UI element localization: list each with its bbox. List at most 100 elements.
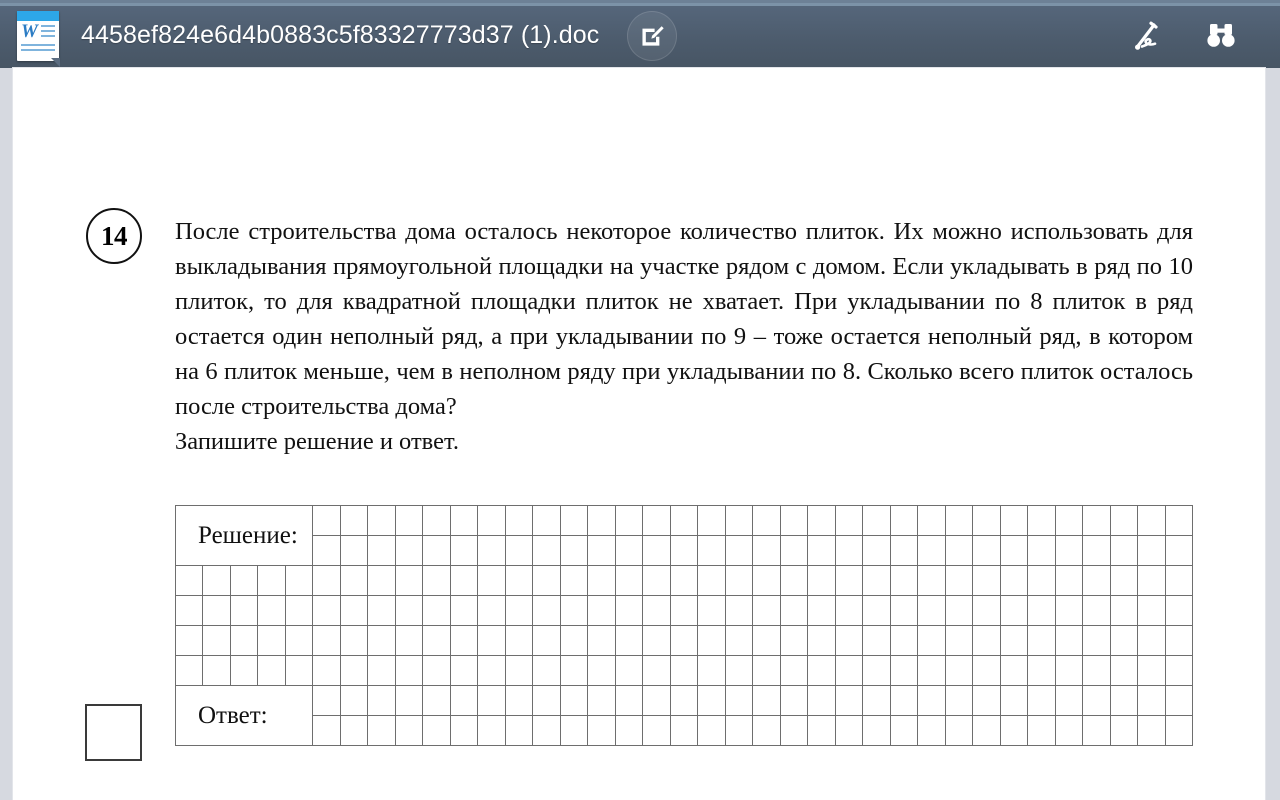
grid-cell[interactable] bbox=[889, 655, 918, 686]
grid-cell[interactable] bbox=[532, 535, 561, 566]
grid-cell[interactable] bbox=[1137, 565, 1166, 596]
grid-cell[interactable] bbox=[367, 655, 396, 686]
grid-cell[interactable] bbox=[944, 715, 973, 746]
grid-cell[interactable] bbox=[1164, 535, 1193, 566]
grid-cell[interactable] bbox=[1082, 715, 1111, 746]
grid-cell[interactable] bbox=[1109, 715, 1138, 746]
grid-cell[interactable] bbox=[752, 595, 781, 626]
grid-cell[interactable] bbox=[587, 565, 616, 596]
grid-cell[interactable] bbox=[724, 565, 753, 596]
grid-cell[interactable] bbox=[944, 625, 973, 656]
grid-cell[interactable] bbox=[422, 565, 451, 596]
grid-cell[interactable] bbox=[477, 565, 506, 596]
grid-cell[interactable] bbox=[587, 595, 616, 626]
grid-cell[interactable] bbox=[1027, 565, 1056, 596]
grid-cell[interactable] bbox=[284, 625, 314, 656]
grid-cell[interactable] bbox=[477, 595, 506, 626]
grid-cell[interactable] bbox=[889, 685, 918, 716]
grid-cell[interactable] bbox=[669, 565, 698, 596]
grid-cell[interactable] bbox=[1054, 625, 1083, 656]
grid-cell[interactable] bbox=[917, 715, 946, 746]
grid-cell[interactable] bbox=[1082, 625, 1111, 656]
grid-cell[interactable] bbox=[642, 565, 671, 596]
grid-cell[interactable] bbox=[669, 505, 698, 536]
grid-cell[interactable] bbox=[339, 505, 368, 536]
grid-cell[interactable] bbox=[807, 625, 836, 656]
grid-cell[interactable] bbox=[339, 685, 368, 716]
grid-cell[interactable] bbox=[862, 685, 891, 716]
grid-cell[interactable] bbox=[944, 595, 973, 626]
grid-cell[interactable] bbox=[587, 535, 616, 566]
grid-cell[interactable] bbox=[559, 685, 588, 716]
grid-cell[interactable] bbox=[532, 715, 561, 746]
grid-cell[interactable] bbox=[202, 655, 231, 686]
grid-cell[interactable] bbox=[559, 505, 588, 536]
grid-cell[interactable] bbox=[449, 625, 478, 656]
grid-cell[interactable] bbox=[807, 565, 836, 596]
grid-cell[interactable] bbox=[1082, 535, 1111, 566]
grid-cell[interactable] bbox=[1164, 655, 1193, 686]
grid-cell[interactable] bbox=[614, 685, 643, 716]
grid-cell[interactable] bbox=[724, 505, 753, 536]
grid-cell[interactable] bbox=[532, 685, 561, 716]
grid-cell[interactable] bbox=[642, 655, 671, 686]
grid-cell[interactable] bbox=[834, 595, 863, 626]
grid-cell[interactable] bbox=[1054, 655, 1083, 686]
grid-cell[interactable] bbox=[587, 715, 616, 746]
grid-cell[interactable] bbox=[504, 505, 533, 536]
grid-cell[interactable] bbox=[807, 505, 836, 536]
grid-cell[interactable] bbox=[449, 565, 478, 596]
grid-cell[interactable] bbox=[1137, 655, 1166, 686]
grid-cell[interactable] bbox=[257, 625, 286, 656]
grid-cell[interactable] bbox=[367, 505, 396, 536]
grid-cell[interactable] bbox=[944, 505, 973, 536]
grid-cell[interactable] bbox=[669, 535, 698, 566]
grid-cell[interactable] bbox=[834, 505, 863, 536]
grid-cell[interactable] bbox=[862, 655, 891, 686]
grid-cell[interactable] bbox=[1027, 655, 1056, 686]
grid-cell[interactable] bbox=[1054, 595, 1083, 626]
grid-cell[interactable] bbox=[752, 535, 781, 566]
grid-cell[interactable] bbox=[504, 625, 533, 656]
grid-cell[interactable] bbox=[944, 535, 973, 566]
grid-cell[interactable] bbox=[862, 535, 891, 566]
grid-cell[interactable] bbox=[889, 505, 918, 536]
grid-cell[interactable] bbox=[642, 595, 671, 626]
grid-cell[interactable] bbox=[999, 715, 1028, 746]
grid-cell[interactable] bbox=[1054, 505, 1083, 536]
grid-cell[interactable] bbox=[999, 595, 1028, 626]
grid-cell[interactable] bbox=[1164, 625, 1193, 656]
grid-cell[interactable] bbox=[312, 685, 341, 716]
grid-cell[interactable] bbox=[697, 535, 726, 566]
answer-grid-table[interactable]: Решение: Ответ: bbox=[174, 505, 1193, 746]
grid-cell[interactable] bbox=[477, 685, 506, 716]
grid-cell[interactable] bbox=[394, 655, 423, 686]
grid-cell[interactable] bbox=[367, 625, 396, 656]
grid-cell[interactable] bbox=[889, 595, 918, 626]
grid-cell[interactable] bbox=[339, 595, 368, 626]
grid-cell[interactable] bbox=[697, 625, 726, 656]
grid-cell[interactable] bbox=[1027, 535, 1056, 566]
grid-cell[interactable] bbox=[972, 505, 1001, 536]
grid-cell[interactable] bbox=[834, 685, 863, 716]
grid-cell[interactable] bbox=[504, 655, 533, 686]
grid-cell[interactable] bbox=[779, 535, 808, 566]
signature-button[interactable] bbox=[1120, 7, 1178, 65]
grid-cell[interactable] bbox=[834, 535, 863, 566]
grid-cell[interactable] bbox=[394, 505, 423, 536]
grid-cell[interactable] bbox=[862, 505, 891, 536]
grid-cell[interactable] bbox=[779, 715, 808, 746]
grid-cell[interactable] bbox=[422, 625, 451, 656]
grid-cell[interactable] bbox=[449, 715, 478, 746]
grid-cell[interactable] bbox=[257, 655, 286, 686]
grid-cell[interactable] bbox=[999, 505, 1028, 536]
grid-cell[interactable] bbox=[614, 715, 643, 746]
grid-cell[interactable] bbox=[807, 535, 836, 566]
grid-cell[interactable] bbox=[1054, 685, 1083, 716]
grid-cell[interactable] bbox=[1164, 595, 1193, 626]
grid-cell[interactable] bbox=[449, 505, 478, 536]
grid-cell[interactable] bbox=[972, 655, 1001, 686]
grid-cell[interactable] bbox=[174, 625, 204, 656]
grid-cell[interactable] bbox=[559, 595, 588, 626]
grid-cell[interactable] bbox=[697, 685, 726, 716]
